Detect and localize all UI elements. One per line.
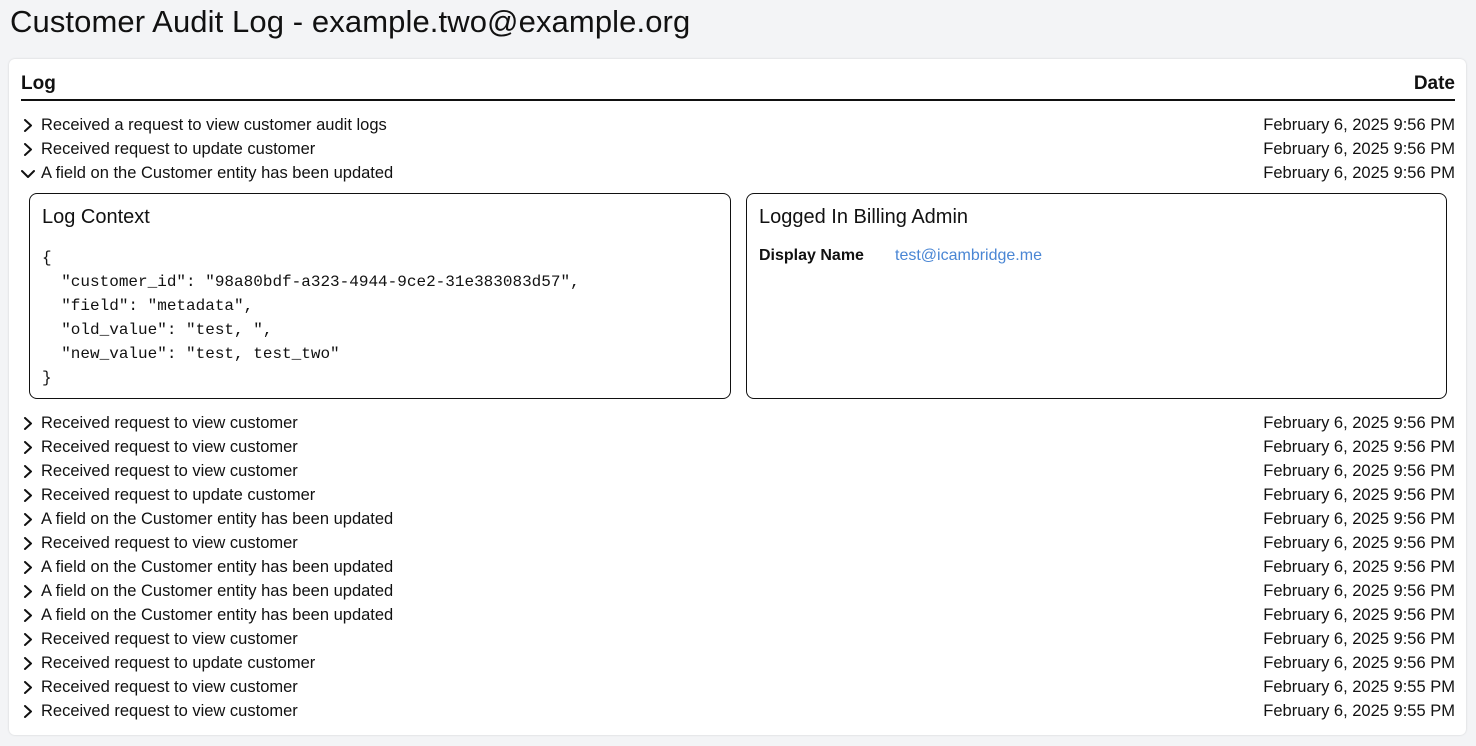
log-date: February 6, 2025 9:56 PM <box>1263 582 1455 600</box>
log-message: Received request to view customer <box>41 462 298 480</box>
table-header: Log Date <box>21 73 1455 101</box>
log-date: February 6, 2025 9:56 PM <box>1263 630 1455 648</box>
log-row[interactable]: Received request to view customer Februa… <box>21 627 1455 651</box>
page-title: Customer Audit Log - example.two@example… <box>10 4 691 39</box>
chevron-right-icon[interactable] <box>21 651 35 675</box>
chevron-right-icon[interactable] <box>21 113 35 137</box>
log-message: A field on the Customer entity has been … <box>41 510 394 528</box>
column-header-date: Date <box>1413 73 1455 94</box>
log-row[interactable]: A field on the Customer entity has been … <box>21 161 1455 185</box>
log-row[interactable]: A field on the Customer entity has been … <box>21 603 1455 627</box>
chevron-right-icon[interactable] <box>21 435 35 459</box>
chevron-right-icon[interactable] <box>21 699 35 723</box>
log-list: Received a request to view customer audi… <box>21 113 1455 723</box>
log-date: February 6, 2025 9:56 PM <box>1263 558 1455 576</box>
log-date: February 6, 2025 9:56 PM <box>1263 438 1455 456</box>
log-context-title: Log Context <box>42 206 150 228</box>
log-message: Received request to view customer <box>41 414 298 432</box>
chevron-right-icon[interactable] <box>21 507 35 531</box>
log-message: Received request to update customer <box>41 486 316 504</box>
log-date: February 6, 2025 9:56 PM <box>1263 534 1455 552</box>
log-row[interactable]: Received request to update customer Febr… <box>21 651 1455 675</box>
log-detail: Log Context { "customer_id": "98a80bdf-a… <box>21 185 1455 411</box>
log-row[interactable]: Received a request to view customer audi… <box>21 113 1455 137</box>
chevron-right-icon[interactable] <box>21 675 35 699</box>
log-date: February 6, 2025 9:55 PM <box>1263 702 1455 720</box>
log-date: February 6, 2025 9:56 PM <box>1263 486 1455 504</box>
column-header-log: Log <box>21 73 56 94</box>
billing-admin-panel: Logged In Billing Admin Display Name test… <box>746 193 1447 399</box>
display-name-label: Display Name <box>759 247 864 264</box>
log-date: February 6, 2025 9:55 PM <box>1263 678 1455 696</box>
chevron-right-icon[interactable] <box>21 459 35 483</box>
log-date: February 6, 2025 9:56 PM <box>1263 140 1455 158</box>
log-message: A field on the Customer entity has been … <box>41 164 394 182</box>
chevron-right-icon[interactable] <box>21 579 35 603</box>
log-message: Received request to view customer <box>41 438 298 456</box>
log-date: February 6, 2025 9:56 PM <box>1263 462 1455 480</box>
log-date: February 6, 2025 9:56 PM <box>1263 654 1455 672</box>
log-row[interactable]: Received request to view customer Februa… <box>21 699 1455 723</box>
log-date: February 6, 2025 9:56 PM <box>1263 164 1455 182</box>
log-message: Received request to view customer <box>41 702 298 720</box>
log-message: A field on the Customer entity has been … <box>41 558 394 576</box>
log-date: February 6, 2025 9:56 PM <box>1263 510 1455 528</box>
log-context-panel: Log Context { "customer_id": "98a80bdf-a… <box>29 193 731 399</box>
log-message: Received request to view customer <box>41 534 298 552</box>
log-row[interactable]: A field on the Customer entity has been … <box>21 507 1455 531</box>
log-row[interactable]: Received request to view customer Februa… <box>21 675 1455 699</box>
log-row[interactable]: Received request to view customer Februa… <box>21 459 1455 483</box>
chevron-right-icon[interactable] <box>21 531 35 555</box>
billing-admin-title: Logged In Billing Admin <box>759 206 969 228</box>
log-date: February 6, 2025 9:56 PM <box>1263 606 1455 624</box>
chevron-right-icon[interactable] <box>21 483 35 507</box>
log-date: February 6, 2025 9:56 PM <box>1263 414 1455 432</box>
chevron-right-icon[interactable] <box>21 411 35 435</box>
audit-log-card: Log Date Received a request to view cust… <box>9 59 1466 735</box>
log-message: Received request to update customer <box>41 140 316 158</box>
display-name-link[interactable]: test@icambridge.me <box>895 247 1042 264</box>
log-row[interactable]: A field on the Customer entity has been … <box>21 555 1455 579</box>
log-date: February 6, 2025 9:56 PM <box>1263 116 1455 134</box>
log-message: A field on the Customer entity has been … <box>41 582 394 600</box>
log-row[interactable]: Received request to view customer Februa… <box>21 411 1455 435</box>
chevron-right-icon[interactable] <box>21 137 35 161</box>
log-message: Received request to view customer <box>41 678 298 696</box>
log-context-json: { "customer_id": "98a80bdf-a323-4944-9ce… <box>42 249 580 387</box>
log-row[interactable]: Received request to update customer Febr… <box>21 137 1455 161</box>
chevron-right-icon[interactable] <box>21 627 35 651</box>
log-message: Received a request to view customer audi… <box>41 116 387 134</box>
log-message: Received request to view customer <box>41 630 298 648</box>
log-message: Received request to update customer <box>41 654 316 672</box>
log-row[interactable]: Received request to view customer Februa… <box>21 531 1455 555</box>
log-row[interactable]: A field on the Customer entity has been … <box>21 579 1455 603</box>
chevron-right-icon[interactable] <box>21 603 35 627</box>
chevron-right-icon[interactable] <box>21 555 35 579</box>
log-row[interactable]: Received request to update customer Febr… <box>21 483 1455 507</box>
chevron-down-icon[interactable] <box>21 161 35 185</box>
log-row[interactable]: Received request to view customer Februa… <box>21 435 1455 459</box>
display-name-row: Display Name test@icambridge.me <box>759 247 1042 265</box>
log-message: A field on the Customer entity has been … <box>41 606 394 624</box>
